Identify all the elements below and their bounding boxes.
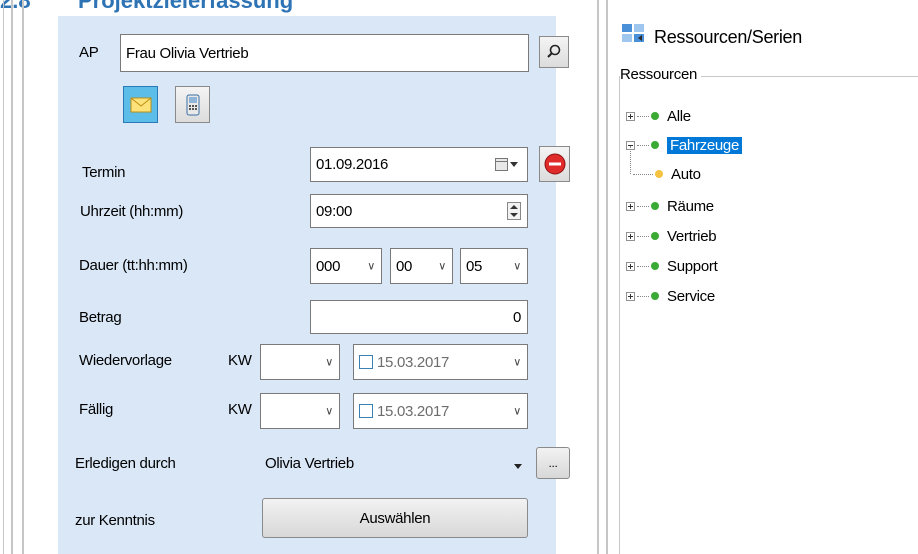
- wiedervorlage-date-picker[interactable]: 15.03.2017 ∨: [353, 344, 528, 380]
- betrag-value: 0: [512, 308, 521, 326]
- dauer-days-select[interactable]: 000 ∨: [310, 248, 382, 284]
- tree-item-vertrieb[interactable]: Vertrieb: [626, 226, 717, 246]
- expand-icon[interactable]: [626, 231, 635, 241]
- appointment-form: AP Frau Olivia Vertrieb Termin 01.09.201…: [58, 16, 570, 554]
- tree-item-support[interactable]: Support: [626, 256, 718, 276]
- status-dot-icon: [655, 170, 663, 178]
- status-dot-icon: [651, 202, 659, 210]
- tree-item-label: Vertrieb: [667, 227, 717, 245]
- ruler-line: [22, 0, 24, 554]
- chevron-down-icon: ∨: [513, 405, 521, 418]
- chevron-down-icon: ∨: [513, 356, 521, 369]
- auswaehlen-button-label: Auswählen: [359, 509, 431, 527]
- spin-icon[interactable]: [507, 202, 521, 220]
- chevron-down-icon: ∨: [438, 260, 446, 273]
- expand-icon[interactable]: [626, 201, 635, 211]
- termin-label: Termin: [82, 164, 126, 181]
- betrag-label: Betrag: [79, 309, 122, 326]
- tree-item-label: Räume: [667, 197, 714, 215]
- email-button[interactable]: [123, 86, 158, 123]
- tree-item-label: Support: [667, 257, 718, 275]
- resources-panel: Ressourcen/Serien Ressourcen Alle Fahrze…: [612, 0, 918, 554]
- resources-icon: [620, 22, 648, 48]
- ruler-line: [3, 0, 4, 554]
- status-dot-icon: [651, 292, 659, 300]
- faellig-kw-label: KW: [228, 401, 252, 418]
- section-heading: 2.8 Projektzielerfassung: [0, 0, 293, 14]
- remove-icon: [544, 153, 565, 175]
- status-dot-icon: [651, 141, 659, 149]
- tree-item-label: Auto: [671, 165, 701, 183]
- ruler-line: [11, 0, 13, 554]
- tree-item-label: Fahrzeuge: [667, 136, 743, 154]
- wiedervorlage-kw-label: KW: [228, 352, 252, 369]
- wiedervorlage-date: 15.03.2017: [377, 353, 450, 371]
- erledigen-select[interactable]: Olivia Vertrieb: [260, 445, 526, 481]
- chevron-down-icon: ∨: [513, 260, 521, 273]
- uhrzeit-label: Uhrzeit (hh:mm): [80, 203, 184, 220]
- expand-icon[interactable]: [626, 111, 635, 121]
- remove-termin-button[interactable]: [539, 146, 570, 182]
- auswaehlen-button[interactable]: Auswählen: [262, 498, 528, 538]
- termin-date-picker[interactable]: 01.09.2016: [310, 147, 528, 182]
- search-button[interactable]: [539, 36, 569, 68]
- calendar-icon[interactable]: [495, 158, 519, 171]
- tree-item-service[interactable]: Service: [626, 286, 715, 306]
- search-icon: [547, 44, 561, 58]
- dropdown-arrow-icon: [514, 456, 522, 473]
- expand-icon[interactable]: [626, 291, 635, 301]
- faellig-date: 15.03.2017: [377, 402, 450, 420]
- tree-item-alle[interactable]: Alle: [626, 106, 691, 126]
- ap-field[interactable]: Frau Olivia Vertrieb: [120, 34, 529, 72]
- dauer-minutes-select[interactable]: 05 ∨: [460, 248, 528, 284]
- termin-value: 01.09.2016: [316, 156, 389, 173]
- wiedervorlage-kw-select[interactable]: ∨: [260, 344, 340, 380]
- ruler-line: [597, 0, 599, 554]
- faellig-kw-select[interactable]: ∨: [260, 393, 340, 429]
- erledigen-more-button[interactable]: ...: [536, 447, 570, 479]
- phone-button[interactable]: [175, 86, 210, 123]
- ap-value: Frau Olivia Vertrieb: [126, 44, 249, 62]
- status-dot-icon: [651, 112, 659, 120]
- chevron-down-icon: ∨: [325, 356, 333, 369]
- status-dot-icon: [651, 232, 659, 240]
- tree-item-auto[interactable]: Auto: [631, 164, 701, 184]
- kenntnis-label: zur Kenntnis: [75, 512, 155, 529]
- uhrzeit-field[interactable]: 09:00: [310, 194, 528, 228]
- faellig-date-picker[interactable]: 15.03.2017 ∨: [353, 393, 528, 429]
- erledigen-label: Erledigen durch: [75, 455, 176, 472]
- ap-label: AP: [79, 44, 99, 61]
- tree-item-label: Alle: [667, 107, 691, 125]
- expand-icon[interactable]: [626, 261, 635, 271]
- section-title: Projektzielerfassung: [78, 0, 294, 13]
- uhrzeit-value: 09:00: [316, 202, 353, 220]
- status-dot-icon: [651, 262, 659, 270]
- betrag-field[interactable]: 0: [310, 300, 528, 334]
- tree-item-label: Service: [667, 287, 715, 305]
- envelope-icon: [130, 97, 151, 112]
- dauer-minutes-value: 05: [466, 257, 483, 275]
- chevron-down-icon: ∨: [367, 260, 375, 273]
- ruler-line: [606, 0, 608, 554]
- dauer-hours-value: 00: [396, 257, 413, 275]
- more-button-label: ...: [548, 456, 558, 470]
- wiedervorlage-label: Wiedervorlage: [79, 352, 172, 369]
- tree-item-fahrzeuge[interactable]: Fahrzeuge: [626, 135, 743, 155]
- faellig-checkbox[interactable]: [359, 404, 373, 418]
- resources-group-label: Ressourcen: [620, 66, 702, 84]
- chevron-down-icon: ∨: [325, 405, 333, 418]
- phone-icon: [186, 94, 199, 115]
- wiedervorlage-checkbox[interactable]: [359, 355, 373, 369]
- dauer-label: Dauer (tt:hh:mm): [79, 257, 188, 274]
- dauer-hours-select[interactable]: 00 ∨: [390, 248, 453, 284]
- dauer-days-value: 000: [316, 257, 341, 275]
- resources-title: Ressourcen/Serien: [654, 27, 802, 47]
- faellig-label: Fällig: [79, 401, 114, 418]
- tree-item-raeume[interactable]: Räume: [626, 196, 714, 216]
- erledigen-value: Olivia Vertrieb: [265, 454, 354, 472]
